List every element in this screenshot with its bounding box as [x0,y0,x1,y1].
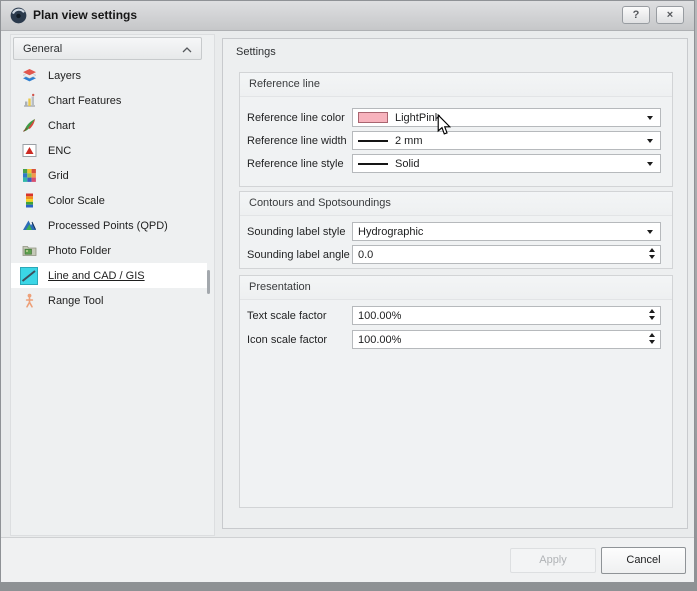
spin-down-icon [649,255,655,259]
sidebar-item-label: Chart [48,120,75,132]
chevron-up-icon [182,40,192,58]
title-bar[interactable]: Plan view settings ? × [1,1,694,31]
settings-row: Text scale factor 100.00% [247,306,661,325]
icon-scale-factor-spinbox[interactable]: 100.00% [352,330,661,349]
app-icon [10,7,27,24]
grid-icon [20,167,38,185]
group-title: Presentation [240,276,672,300]
field-value: 2 mm [395,135,423,147]
sidebar-item-grid[interactable]: Grid [11,163,214,188]
field-value: Hydrographic [358,226,423,238]
help-button[interactable]: ? [622,6,650,24]
sidebar-item-label: Grid [48,170,69,182]
settings-row: Sounding label style Hydrographic [247,222,661,241]
sidebar-item-photo-folder[interactable]: Photo Folder [11,238,214,263]
field-label: Reference line style [247,158,352,170]
sidebar-item-label: Chart Features [48,95,121,107]
sidebar-group-label: General [23,43,182,55]
group-contours-spotsoundings: Contours and Spotsoundings Sounding labe… [239,191,673,269]
layers-icon [20,67,38,85]
line-style-preview [358,163,388,165]
field-label: Sounding label angle [247,249,352,261]
sidebar-scrollbar-thumb[interactable] [207,270,210,294]
reference-line-width-dropdown[interactable]: 2 mm [352,131,661,150]
field-value: LightPink [395,112,440,124]
plan-view-settings-dialog: Plan view settings ? × General [0,0,695,583]
chevron-down-icon [647,139,653,143]
enc-icon [20,142,38,160]
reference-line-style-dropdown[interactable]: Solid [352,154,661,173]
field-label: Reference line color [247,112,352,124]
spinner-arrows[interactable] [649,309,655,320]
sidebar-item-chart-features[interactable]: Chart Features [11,88,214,113]
settings-row: Reference line style Solid [247,154,661,173]
sidebar: General Layers [10,34,215,536]
spin-up-icon [649,248,655,252]
sidebar-item-label: Line and CAD / GIS [48,270,145,282]
field-value: 100.00% [358,334,401,346]
spin-down-icon [649,340,655,344]
window-title: Plan view settings [33,1,137,30]
group-presentation: Presentation Text scale factor 100.00% I… [239,275,673,508]
spin-down-icon [649,316,655,320]
sidebar-item-label: Photo Folder [48,245,111,257]
sounding-label-angle-spinbox[interactable]: 0.0 [352,245,661,264]
settings-row: Reference line width 2 mm [247,131,661,150]
sidebar-item-chart[interactable]: Chart [11,113,214,138]
spinner-arrows[interactable] [649,248,655,259]
dialog-button-bar: Apply Cancel [1,537,694,582]
sidebar-item-color-scale[interactable]: Color Scale [11,188,214,213]
sounding-label-style-dropdown[interactable]: Hydrographic [352,222,661,241]
group-title: Reference line [240,73,672,97]
field-label: Icon scale factor [247,334,352,346]
photo-folder-icon [20,242,38,260]
settings-row: Icon scale factor 100.00% [247,330,661,349]
field-label: Sounding label style [247,226,352,238]
sidebar-item-line-and-cad-gis[interactable]: Line and CAD / GIS [11,263,207,288]
field-label: Text scale factor [247,310,352,322]
apply-button[interactable]: Apply [510,548,596,573]
sidebar-item-label: Color Scale [48,195,105,207]
group-title: Contours and Spotsoundings [240,192,672,216]
cancel-button[interactable]: Cancel [601,547,686,574]
sidebar-item-label: Layers [48,70,81,82]
sidebar-item-processed-points[interactable]: Processed Points (QPD) [11,213,214,238]
field-value: 0.0 [358,249,373,261]
settings-row: Sounding label angle 0.0 [247,245,661,264]
sidebar-group-general[interactable]: General [13,37,202,60]
text-scale-factor-spinbox[interactable]: 100.00% [352,306,661,325]
sidebar-item-label: ENC [48,145,71,157]
reference-line-color-dropdown[interactable]: LightPink [352,108,661,127]
sidebar-item-enc[interactable]: ENC [11,138,214,163]
settings-row: Reference line color LightPink [247,108,661,127]
sidebar-item-list: Layers Chart Features [11,63,214,313]
line-width-preview [358,140,388,142]
sidebar-item-label: Processed Points (QPD) [48,220,168,232]
lightpink-color-swatch [358,112,388,123]
chart-icon [20,117,38,135]
settings-panel-title: Settings [236,46,276,58]
group-reference-line: Reference line Reference line color Ligh… [239,72,673,187]
range-tool-icon [20,292,38,310]
chart-features-icon [20,92,38,110]
chevron-down-icon [647,162,653,166]
sidebar-item-layers[interactable]: Layers [11,63,214,88]
spin-up-icon [649,309,655,313]
sidebar-item-label: Range Tool [48,295,103,307]
field-value: 100.00% [358,310,401,322]
screen-background: Plan view settings ? × General [0,0,697,591]
chevron-down-icon [647,116,653,120]
sidebar-item-range-tool[interactable]: Range Tool [11,288,214,313]
field-value: Solid [395,158,419,170]
field-label: Reference line width [247,135,352,147]
line-cad-gis-icon [20,267,38,285]
close-button[interactable]: × [656,6,684,24]
chevron-down-icon [647,230,653,234]
mouse-cursor [437,114,452,136]
color-scale-icon [20,192,38,210]
processed-points-icon [20,217,38,235]
spin-up-icon [649,333,655,337]
settings-panel: Settings Reference line Reference line c… [222,38,688,529]
spinner-arrows[interactable] [649,333,655,344]
